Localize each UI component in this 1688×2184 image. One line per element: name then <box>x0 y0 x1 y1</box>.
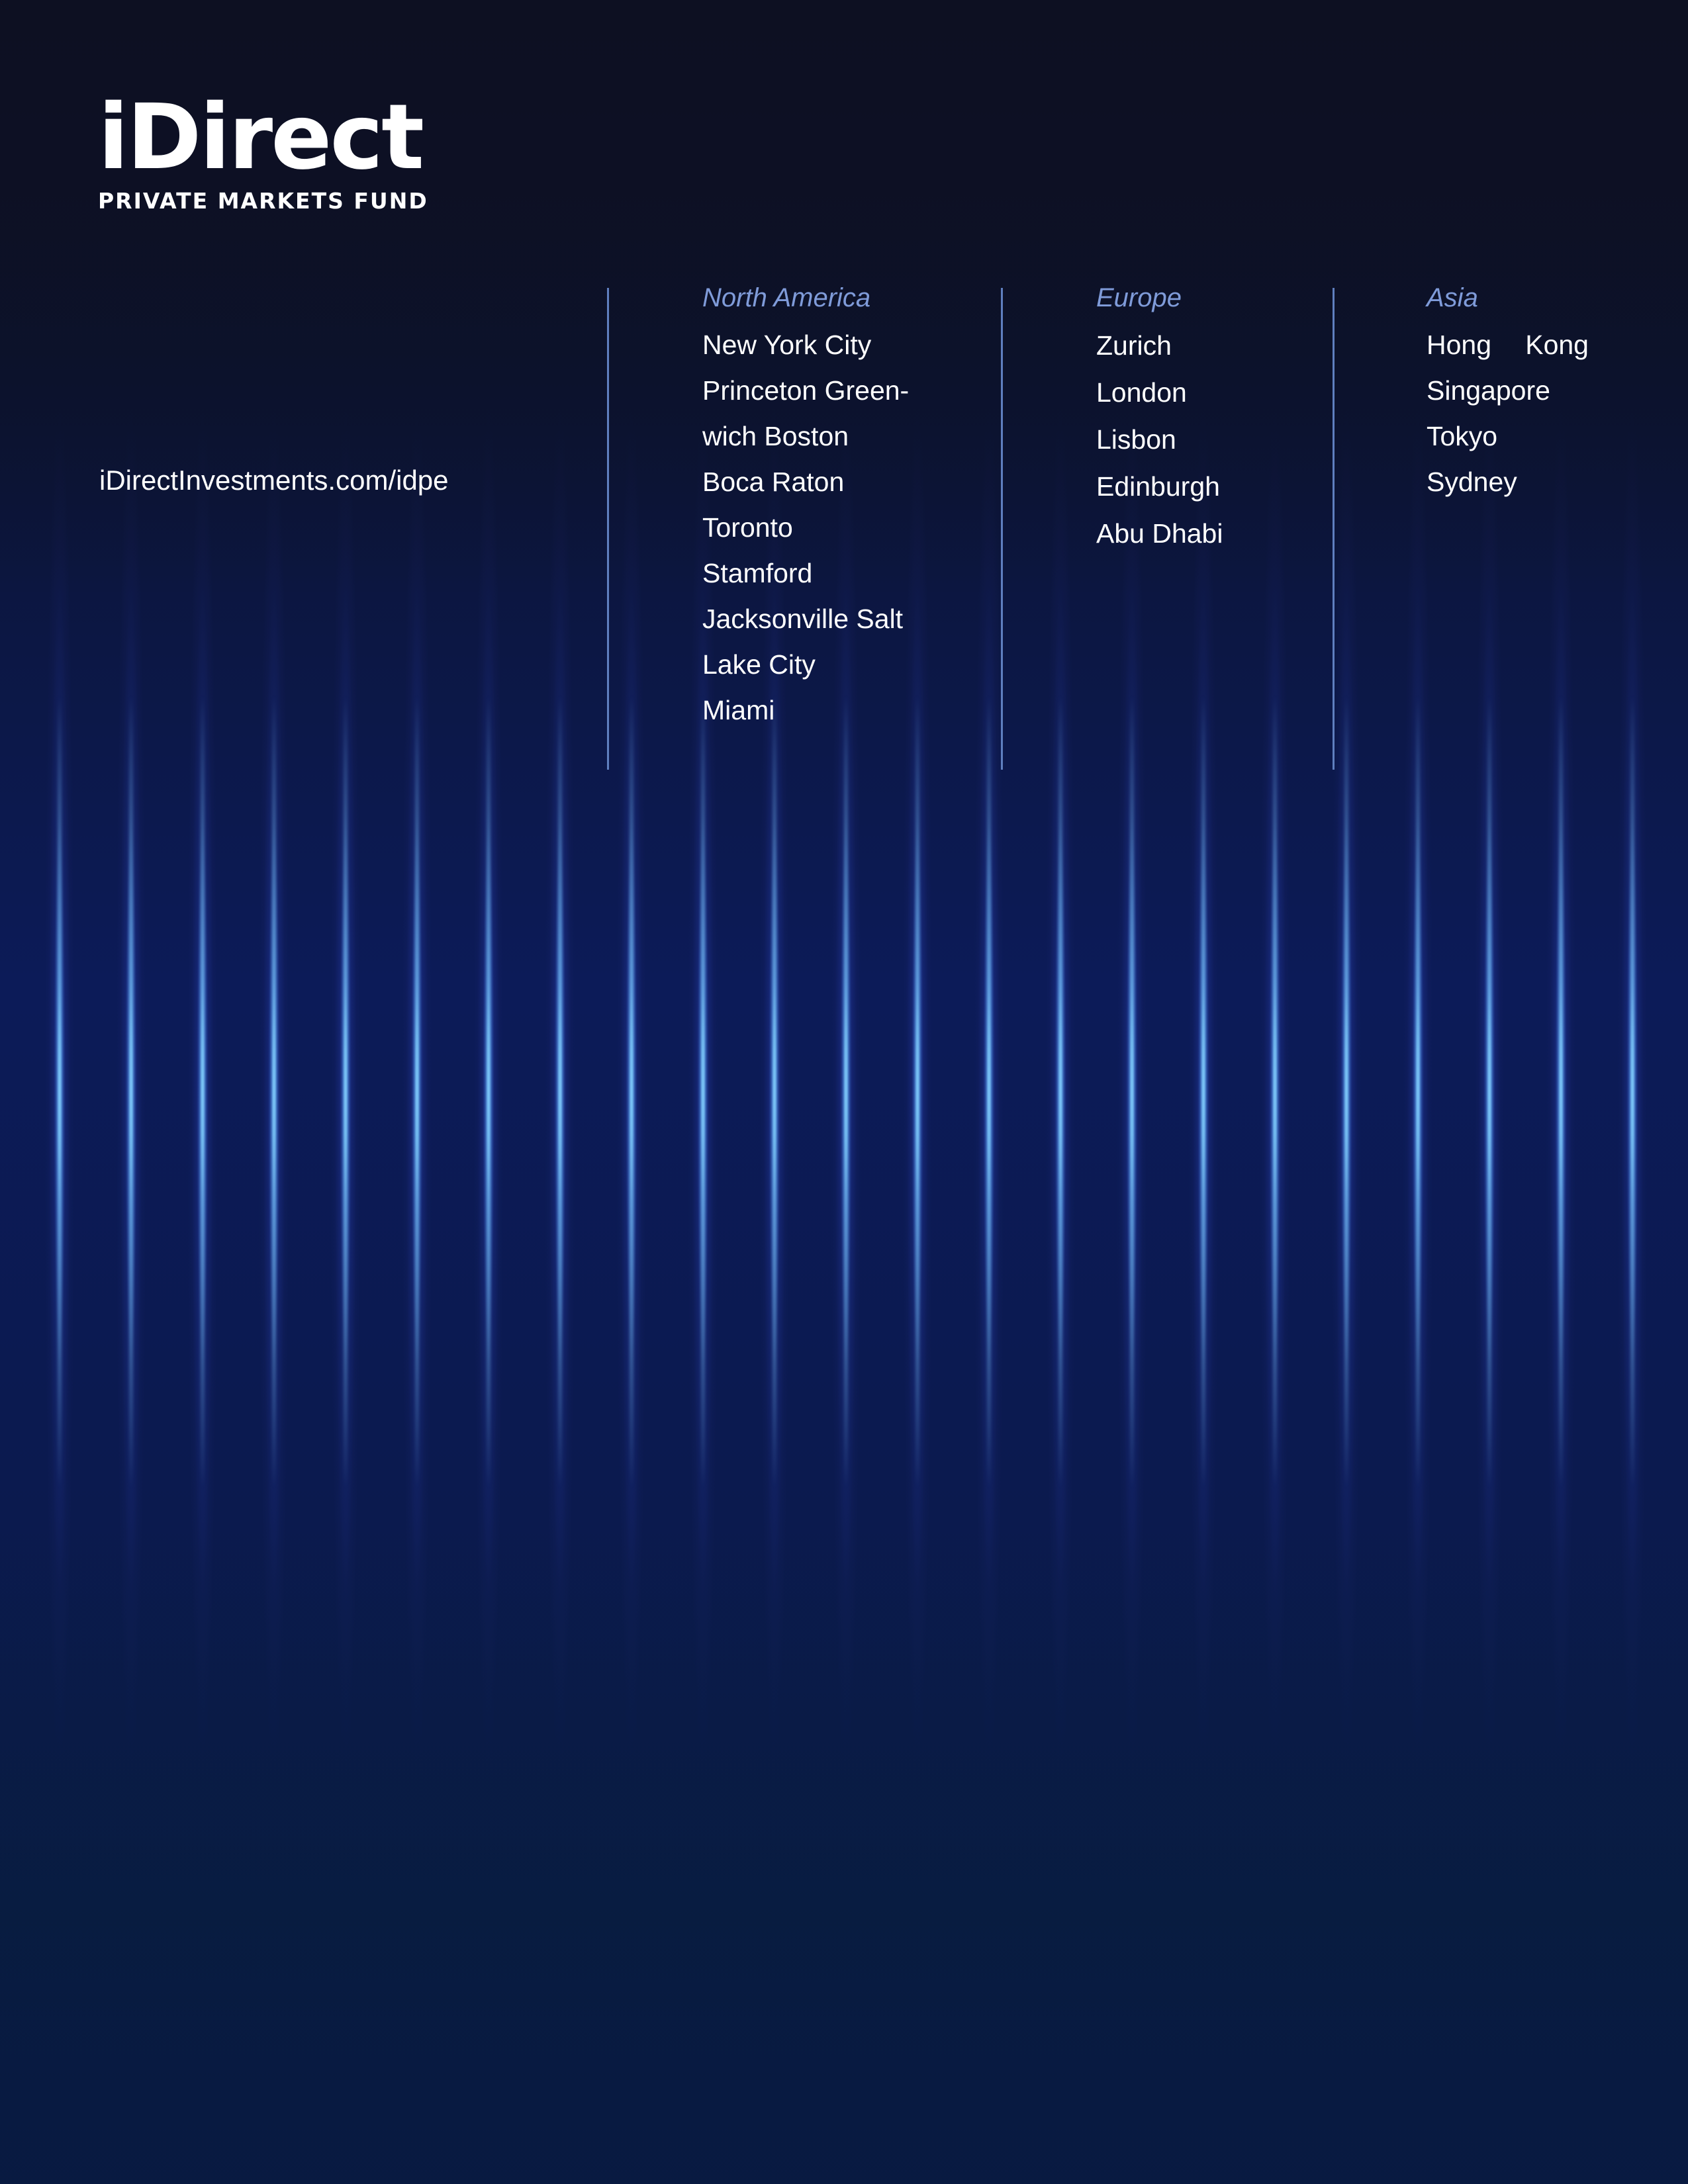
city-item: Zurich <box>1096 330 1172 361</box>
city-item: Lisbon <box>1096 424 1176 455</box>
city-item: wich Boston <box>702 421 849 451</box>
city-item: Jacksonville Salt <box>702 604 904 634</box>
city-item: Stamford <box>702 558 813 588</box>
region-heading: Europe <box>1096 283 1182 312</box>
bottom-shade <box>0 1522 1688 2184</box>
city-item: Tokyo <box>1427 421 1498 451</box>
divider-asia <box>1333 288 1335 770</box>
logo-wordmark: iDirect <box>98 85 424 190</box>
region-europe: Europe Zurich London Lisbon Edinburgh Ab… <box>1096 283 1223 557</box>
region-north-america: North America New York City Princeton Gr… <box>702 283 909 733</box>
city-word: Kong <box>1525 330 1589 360</box>
region-heading: Asia <box>1427 283 1478 312</box>
website-link[interactable]: iDirectInvestments.com/idpe <box>99 465 449 496</box>
divider-europe <box>1001 288 1003 770</box>
city-item: New York City <box>702 330 872 360</box>
city-item: Singapore <box>1427 375 1550 406</box>
city-item: London <box>1096 377 1187 408</box>
city-item: Sydney <box>1427 467 1517 497</box>
region-heading: North America <box>702 283 871 312</box>
city-item: Princeton Green- <box>702 375 910 406</box>
city-item: Abu Dhabi <box>1096 518 1223 549</box>
city-item-hong-kong: Hong Kong <box>1427 322 1589 368</box>
city-item: Boca Raton <box>702 467 845 497</box>
logo-subtitle: PRIVATE MARKETS FUND <box>98 188 428 214</box>
city-item: Lake City <box>702 649 816 680</box>
divider-north-america <box>607 288 609 770</box>
city-item: Toronto <box>702 512 793 543</box>
city-item: Edinburgh <box>1096 471 1220 502</box>
logo: iDirect PRIVATE MARKETS FUND <box>98 85 428 214</box>
city-item: Miami <box>702 695 775 725</box>
region-asia: Asia Hong Kong Singapore Tokyo Sydney <box>1427 283 1589 505</box>
city-word: Hong <box>1427 330 1492 360</box>
